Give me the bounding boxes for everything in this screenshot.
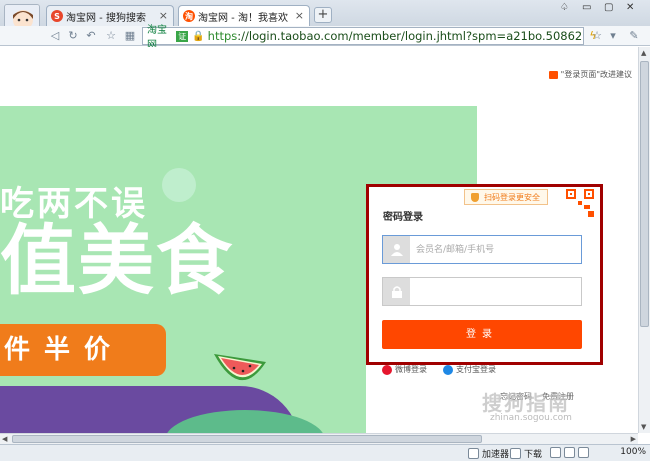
watermark-url: zhinan.sogou.com (490, 413, 572, 423)
alipay-login-link[interactable]: 支付宝登录 (443, 364, 496, 375)
tools-icon[interactable]: ✎ (627, 29, 641, 43)
url-text[interactable]: https://login.taobao.com/member/login.jh… (208, 29, 583, 43)
zoom-level[interactable]: 100% (620, 447, 646, 457)
window-icon[interactable] (578, 447, 589, 458)
certificate-badge[interactable]: 证 (176, 30, 189, 42)
sound-icon[interactable] (564, 447, 575, 458)
new-tab-button[interactable]: + (314, 7, 332, 23)
scroll-up-icon[interactable]: ▲ (641, 49, 646, 57)
close-window-icon[interactable]: ✕ (626, 2, 634, 13)
shield-icon (471, 192, 479, 202)
user-icon (383, 236, 410, 263)
accelerator-button[interactable]: 加速器 (468, 447, 509, 460)
password-field[interactable] (382, 277, 582, 306)
maximize-icon[interactable]: ▢ (604, 2, 613, 13)
screenshot-icon[interactable] (550, 447, 561, 458)
username-input[interactable] (416, 237, 576, 262)
qr-login-tip[interactable]: 扫码登录更安全 (464, 189, 548, 205)
scroll-left-icon[interactable]: ◀ (2, 435, 7, 443)
weibo-icon (382, 364, 392, 375)
download-icon (510, 448, 521, 459)
login-submit-button[interactable]: 登录 (382, 320, 582, 349)
username-field[interactable] (382, 235, 582, 264)
vertical-scroll-thumb[interactable] (640, 61, 649, 327)
address-bar[interactable]: 淘宝网 证 🔒 https://login.taobao.com/member/… (142, 25, 584, 51)
back-icon[interactable]: ◁ (48, 29, 62, 43)
watermark-text: 搜狗指南 (482, 391, 570, 415)
login-title: 密码登录 (383, 212, 423, 223)
feedback-icon (548, 70, 558, 79)
taobao-favicon-icon: 淘 (183, 10, 195, 22)
password-input[interactable] (416, 279, 576, 304)
browser-window: S 淘宝网 - 搜狗搜索 × 淘 淘宝网 - 淘！我喜欢 × + ♤ ▭ ▢ ✕… (0, 0, 650, 461)
grid-apps-icon[interactable]: ▦ (123, 29, 137, 43)
weibo-login-link[interactable]: 微博登录 (382, 364, 427, 375)
decorative-circle (162, 168, 196, 202)
tab-label: 淘宝网 - 淘！我喜欢 (198, 12, 288, 24)
scroll-down-icon[interactable]: ▼ (641, 423, 646, 431)
banner-headline-big: 值美食 (0, 216, 234, 305)
lock-icon: 🔒 (192, 30, 205, 42)
tab-taobao[interactable]: 淘 淘宝网 - 淘！我喜欢 × (178, 5, 310, 26)
download-button[interactable]: 下载 (510, 447, 542, 460)
sogou-favicon-icon: S (51, 10, 63, 22)
dropdown-icon[interactable]: ▾ (606, 29, 620, 43)
tab-label: 淘宝网 - 搜狗搜索 (66, 12, 146, 24)
tab-strip: S 淘宝网 - 搜狗搜索 × 淘 淘宝网 - 淘！我喜欢 × + ♤ ▭ ▢ ✕ (0, 0, 650, 40)
vertical-scrollbar[interactable]: ▲ ▼ (638, 47, 650, 433)
status-bar: 加速器 下载 100% (0, 444, 650, 461)
skin-icon[interactable]: ♤ (560, 2, 569, 13)
refresh-icon[interactable]: ↻ (66, 29, 80, 43)
alipay-icon (443, 364, 453, 375)
horizontal-scroll-thumb[interactable] (12, 435, 482, 443)
undo-close-icon[interactable]: ↶ (84, 29, 98, 43)
banner-promo-badge: 件半价 (0, 324, 166, 376)
qr-code-icon[interactable] (564, 187, 596, 219)
favorite-star-icon[interactable]: ☆ (104, 29, 118, 43)
close-tab-icon[interactable]: × (295, 9, 304, 22)
scroll-right-icon[interactable]: ▶ (631, 435, 636, 443)
login-panel: 密码登录 扫码登录更安全 会员名/邮箱/手机号 登录 (366, 184, 603, 365)
lock-icon (383, 278, 410, 305)
feedback-link[interactable]: "登录页面"改进建议 (548, 69, 632, 80)
alternative-logins: 微博登录 支付宝登录 (382, 364, 512, 375)
page-viewport: "登录页面"改进建议 吃两不误 值美食 件半价 密码登录 扫码登录更安全 会员名… (0, 47, 638, 433)
bookmark-star-icon[interactable]: ☆ (590, 29, 604, 43)
statusbar-tools[interactable] (550, 447, 592, 458)
minimize-icon[interactable]: ▭ (582, 2, 591, 13)
navigation-bar: ◁ ↻ ↶ ☆ ▦ 淘宝网 证 🔒 https://login.taobao.c… (0, 25, 650, 51)
accelerator-icon (468, 448, 479, 459)
horizontal-scrollbar[interactable]: ◀ ▶ (0, 433, 638, 444)
